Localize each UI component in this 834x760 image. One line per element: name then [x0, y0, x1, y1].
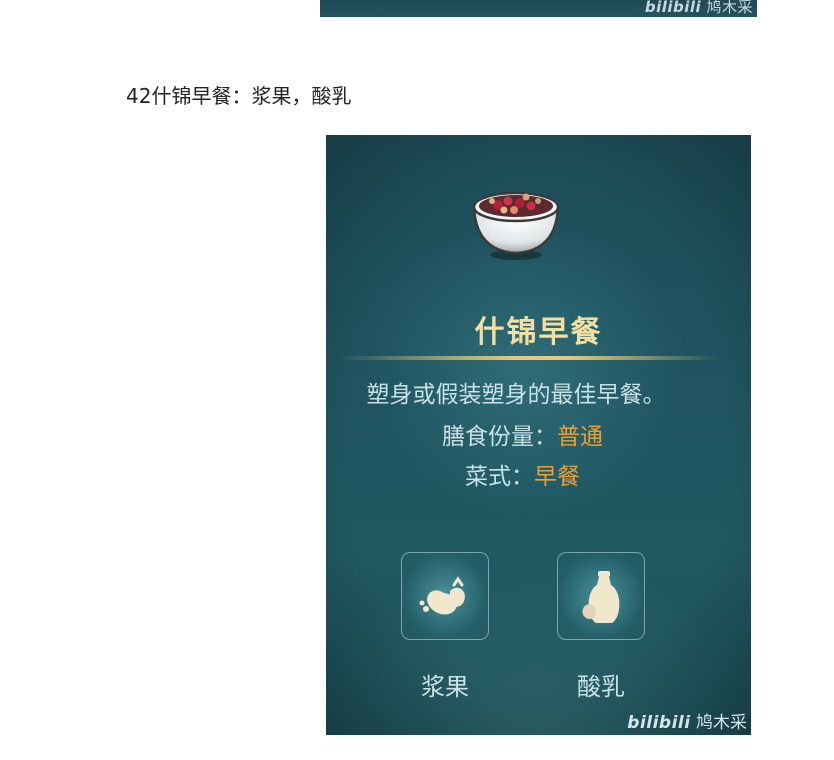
dish-description: 塑身或假装塑身的最佳早餐。	[366, 382, 666, 408]
portion-label: 膳食份量：	[442, 424, 557, 450]
portion-row: 膳食份量：普通	[326, 417, 719, 451]
style-label: 菜式：	[465, 464, 534, 490]
dish-title: 什锦早餐	[474, 315, 603, 350]
watermark-brand: bilibili	[627, 713, 691, 733]
watermark-author: 鸠木采	[696, 713, 747, 733]
bowl-icon	[472, 191, 560, 260]
bilibili-watermark: bilibili 鸠木采	[645, 0, 753, 17]
watermark-brand: bilibili	[644, 0, 702, 16]
ingredient-slot-yogurt	[557, 552, 645, 640]
recipe-caption: 42什锦早餐：浆果，酸乳	[126, 84, 352, 108]
previous-dish-image: bilibili 鸠木采	[320, 0, 757, 17]
bilibili-watermark: bilibili 鸠木采	[627, 708, 747, 733]
watermark-author: 鸠木采	[706, 0, 753, 16]
ingredient-label-berry: 浆果	[421, 673, 469, 701]
ingredient-slot-berry	[401, 552, 489, 640]
article-page: bilibili 鸠木采 42什锦早餐：浆果，酸乳 什锦早餐 塑身或假装塑身的最…	[0, 0, 834, 760]
style-row: 菜式：早餐	[326, 457, 719, 491]
title-divider	[340, 356, 720, 360]
yogurt-icon	[582, 571, 620, 623]
recipe-card-image: 什锦早餐 塑身或假装塑身的最佳早餐。 膳食份量：普通 菜式：早餐 浆果 酸乳 b…	[326, 135, 751, 735]
portion-value: 普通	[557, 424, 603, 450]
style-value: 早餐	[534, 464, 580, 490]
ingredient-label-yogurt: 酸乳	[577, 673, 625, 701]
berry-icon	[419, 576, 465, 615]
